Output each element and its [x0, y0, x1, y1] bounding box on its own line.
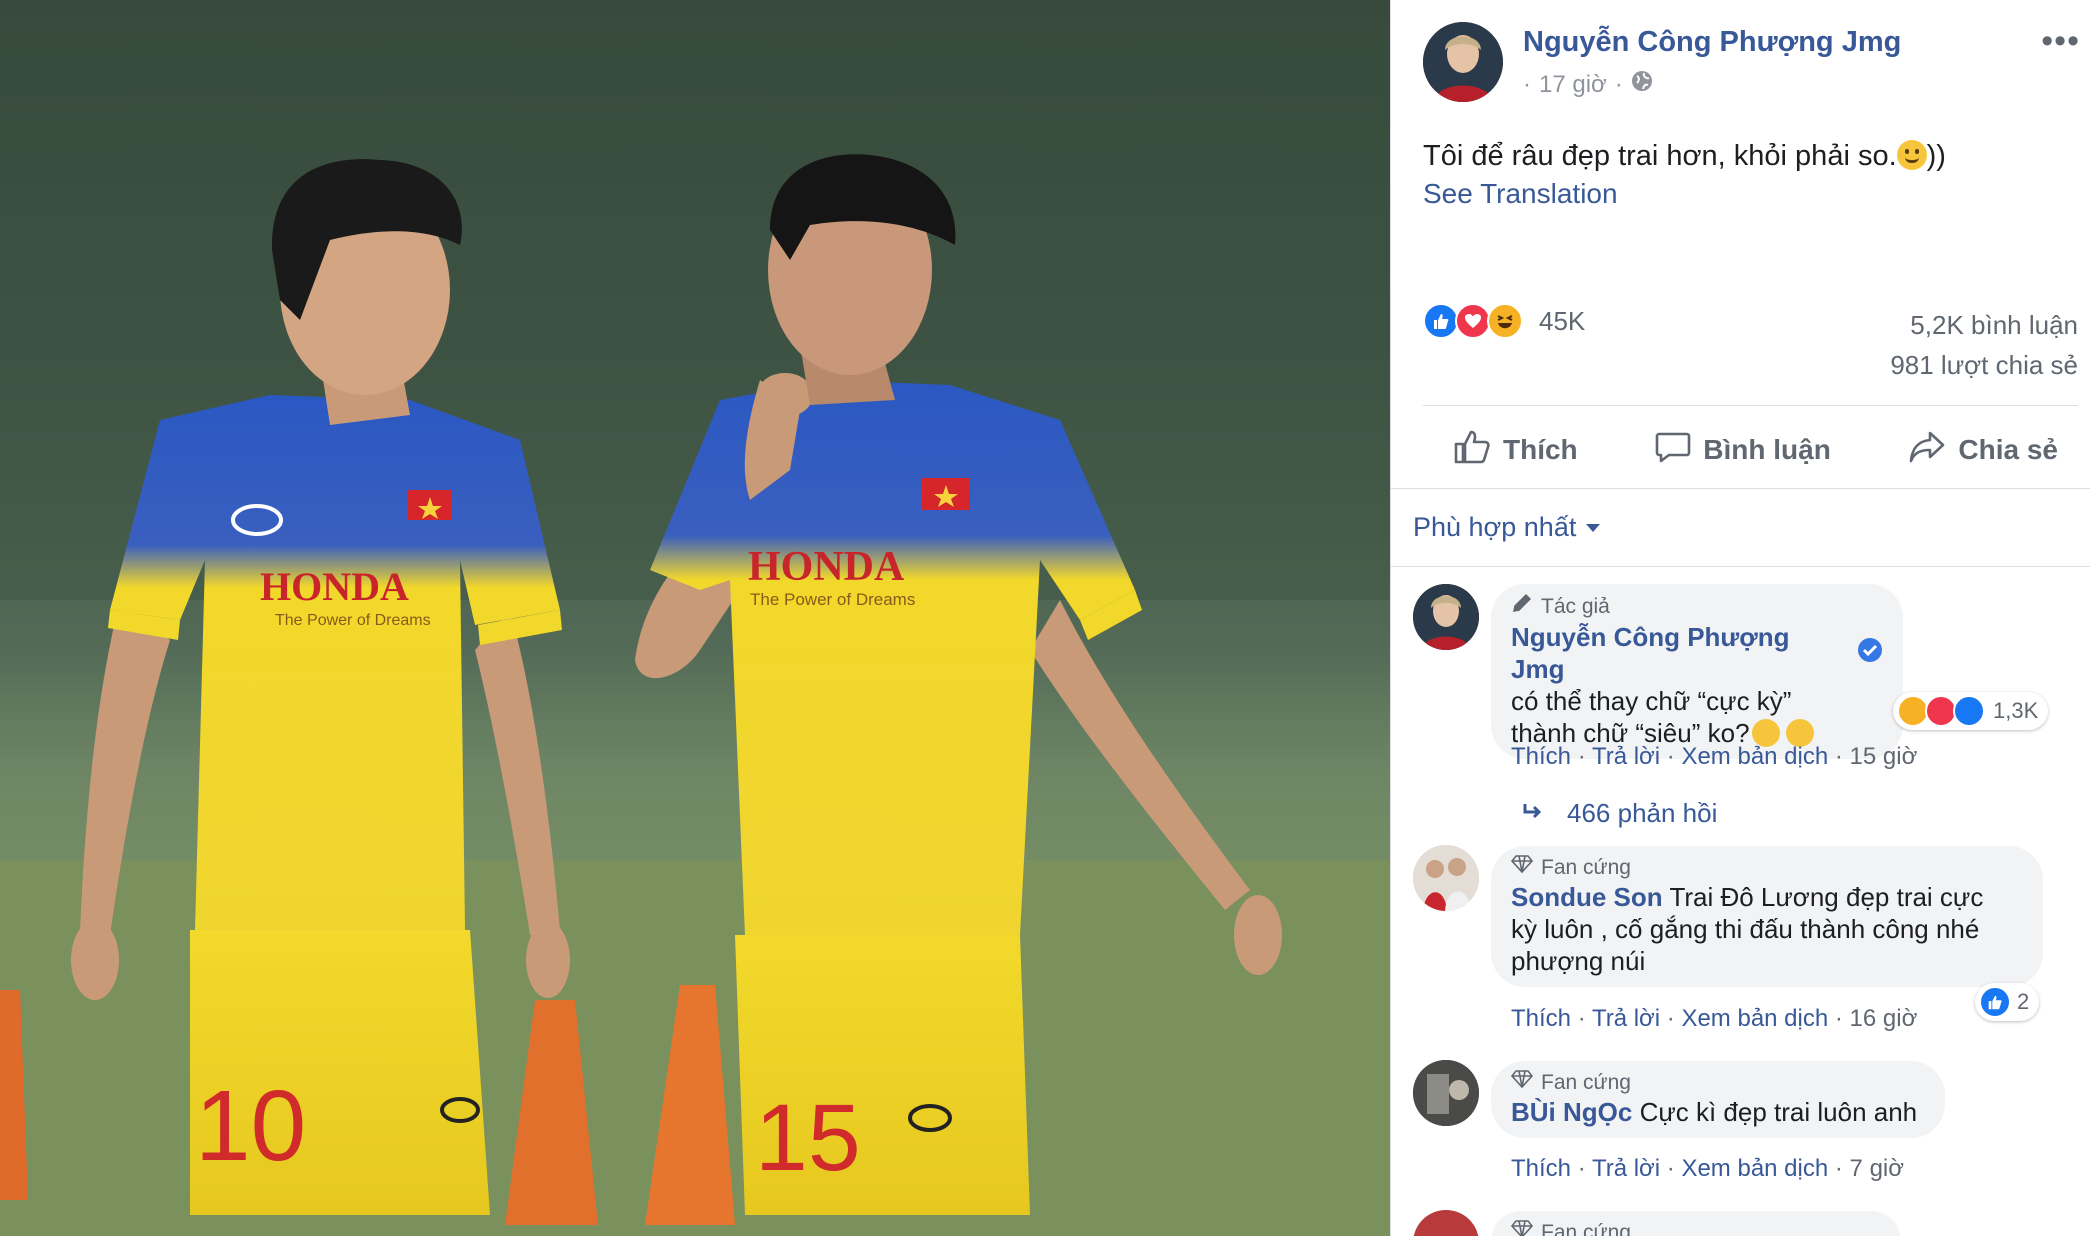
post-text-suffix: ))	[1926, 140, 1946, 172]
post-text-body: Tôi để râu đẹp trai hơn, khỏi phải so.	[1423, 140, 1897, 172]
replies-label: 466 phản hồi	[1567, 798, 1718, 828]
post-text: Tôi để râu đẹp trai hơn, khỏi phải so.))	[1423, 140, 1946, 173]
comment-bubble: Fan cứng	[1491, 1211, 1901, 1236]
photo-illustration: HONDA The Power of Dreams 10 HONDA The P…	[0, 0, 1390, 1236]
post-sidebar: Nguyễn Công Phượng Jmg · 17 giờ · ••• Tô…	[1390, 0, 2090, 1236]
meta-dot: ·	[1614, 70, 1623, 98]
comment-text-line: kỳ luôn , cố gắng thi đấu thành công nhé	[1511, 914, 1980, 944]
comment-reaction-count: 1,3K	[1993, 698, 2039, 723]
post-time[interactable]: 17 giờ	[1539, 71, 1607, 99]
jersey-left-slogan: The Power of Dreams	[275, 612, 431, 629]
comment-reactions[interactable]: 1,3K	[1893, 692, 2049, 730]
reply-arrow-icon	[1521, 798, 1545, 829]
comment-actions: Thích · Trả lời · Xem bản dịch · 16 giờ	[1511, 1005, 1918, 1032]
more-options-icon[interactable]: •••	[2041, 22, 2080, 61]
comment-bubble: Fan cứng Sondue Son Trai Đô Lương đẹp tr…	[1491, 846, 2043, 987]
see-translation-link[interactable]: See Translation	[1423, 178, 1618, 210]
comment-like-link[interactable]: Thích	[1511, 1155, 1571, 1182]
smile-emoji-icon	[1896, 140, 1927, 170]
verified-icon	[1857, 637, 1883, 670]
comment-reply-link[interactable]: Trả lời	[1592, 1005, 1660, 1032]
post-meta: · 17 giờ ·	[1523, 70, 1653, 99]
comment-time[interactable]: 7 giờ	[1850, 1155, 1904, 1182]
caret-down-icon	[1586, 523, 1601, 532]
comment-sort-dropdown[interactable]: Phù hợp nhất	[1413, 512, 1601, 543]
jersey-left-sponsor: HONDA	[260, 564, 409, 609]
author-avatar[interactable]	[1423, 22, 1503, 102]
thumbs-up-icon	[1453, 429, 1491, 472]
post-photo[interactable]: HONDA The Power of Dreams 10 HONDA The P…	[0, 0, 1390, 1236]
badge-label: Fan cứng	[1541, 855, 1631, 879]
like-button[interactable]: Thích	[1453, 429, 1578, 472]
comment-avatar[interactable]	[1413, 1210, 1479, 1236]
reactions-summary[interactable]: 45K	[1423, 303, 1585, 339]
comment-text-line: Trai Đô Lương đẹp trai cực	[1669, 882, 1984, 912]
pencil-icon	[1511, 592, 1533, 621]
diamond-icon	[1510, 854, 1534, 881]
like-icon	[1979, 986, 2011, 1018]
comment-text-line: Cực kì đẹp trai luôn anh	[1639, 1097, 1918, 1127]
reaction-count: 45K	[1539, 305, 1586, 336]
commenter-name[interactable]: BÙi NgỌc	[1511, 1097, 1632, 1127]
like-icon	[1953, 695, 1985, 727]
comment-avatar[interactable]	[1413, 1060, 1479, 1126]
share-button[interactable]: Chia sẻ	[1908, 430, 2058, 471]
share-button-label: Chia sẻ	[1958, 434, 2058, 465]
jersey-right-sponsor: HONDA	[748, 544, 905, 590]
view-replies-link[interactable]: 466 phản hồi	[1521, 798, 1717, 829]
badge-label: Fan cứng	[1541, 1070, 1631, 1094]
shorts-left-number: 10	[195, 1070, 306, 1182]
shorts-right-number: 15	[755, 1085, 861, 1191]
comment-bubble: Fan cứng BÙi NgỌc Cực kì đẹp trai luôn a…	[1491, 1061, 1945, 1138]
comment-text-line: có thể thay chữ “cực kỳ”	[1511, 686, 1792, 716]
fan-badge: Fan cứng	[1510, 1069, 1925, 1096]
comment-reply-link[interactable]: Trả lời	[1592, 1155, 1660, 1182]
globe-icon	[1631, 70, 1653, 99]
comment-avatar[interactable]	[1413, 584, 1479, 650]
comment-button-label: Bình luận	[1703, 434, 1831, 465]
diamond-icon	[1510, 1069, 1534, 1096]
post-author-name[interactable]: Nguyễn Công Phượng Jmg	[1523, 26, 1901, 59]
comments-count[interactable]: 5,2K bình luận	[1910, 310, 2078, 341]
shares-count[interactable]: 981 lượt chia sẻ	[1890, 350, 2078, 381]
post-action-bar: Thích Bình luận Chia sẻ	[1423, 420, 2078, 480]
sort-label: Phù hợp nhất	[1413, 512, 1577, 542]
commenter-name[interactable]: Sondue Son	[1511, 882, 1663, 912]
comment-translate-link[interactable]: Xem bản dịch	[1681, 1005, 1828, 1032]
comment-actions: Thích · Trả lời · Xem bản dịch · 7 giờ	[1511, 1155, 1904, 1182]
comment-button[interactable]: Bình luận	[1655, 430, 1831, 471]
fan-badge: Fan cứng	[1510, 854, 2023, 881]
comment-reactions[interactable]: 2	[1975, 983, 2040, 1021]
like-icon	[1423, 303, 1459, 339]
comment-like-link[interactable]: Thích	[1511, 1005, 1571, 1032]
jersey-right-slogan: The Power of Dreams	[750, 590, 915, 609]
comment-actions: Thích · Trả lời · Xem bản dịch · 15 giờ	[1511, 743, 1918, 770]
divider	[1391, 488, 2090, 489]
like-button-label: Thích	[1503, 434, 1578, 465]
diamond-icon	[1510, 1219, 1534, 1236]
comment-translate-link[interactable]: Xem bản dịch	[1681, 1155, 1828, 1182]
commenter-name[interactable]: Nguyễn Công Phượng Jmg	[1511, 621, 1849, 685]
comment-time[interactable]: 15 giờ	[1850, 743, 1918, 770]
fan-badge: Fan cứng	[1510, 1219, 1881, 1236]
badge-label: Tác giả	[1541, 594, 1610, 618]
divider	[1391, 566, 2090, 567]
comment-reply-link[interactable]: Trả lời	[1592, 743, 1660, 770]
badge-label: Fan cứng	[1541, 1220, 1631, 1236]
divider	[1423, 405, 2078, 406]
comment-time[interactable]: 16 giờ	[1850, 1005, 1918, 1032]
love-icon	[1455, 303, 1491, 339]
comment-reaction-count: 2	[2017, 989, 2030, 1014]
meta-dot: ·	[1523, 70, 1531, 98]
author-badge: Tác giả	[1511, 592, 1883, 621]
comment-like-link[interactable]: Thích	[1511, 743, 1571, 770]
haha-icon	[1487, 303, 1523, 339]
comment-translate-link[interactable]: Xem bản dịch	[1681, 743, 1828, 770]
comment-avatar[interactable]	[1413, 845, 1479, 911]
comment-bubble: Tác giả Nguyễn Công Phượng Jmg có thể th…	[1491, 584, 1903, 759]
comment-text-line: phượng núi	[1511, 946, 1646, 976]
comment-bubble-icon	[1655, 430, 1691, 471]
share-arrow-icon	[1908, 430, 1946, 471]
